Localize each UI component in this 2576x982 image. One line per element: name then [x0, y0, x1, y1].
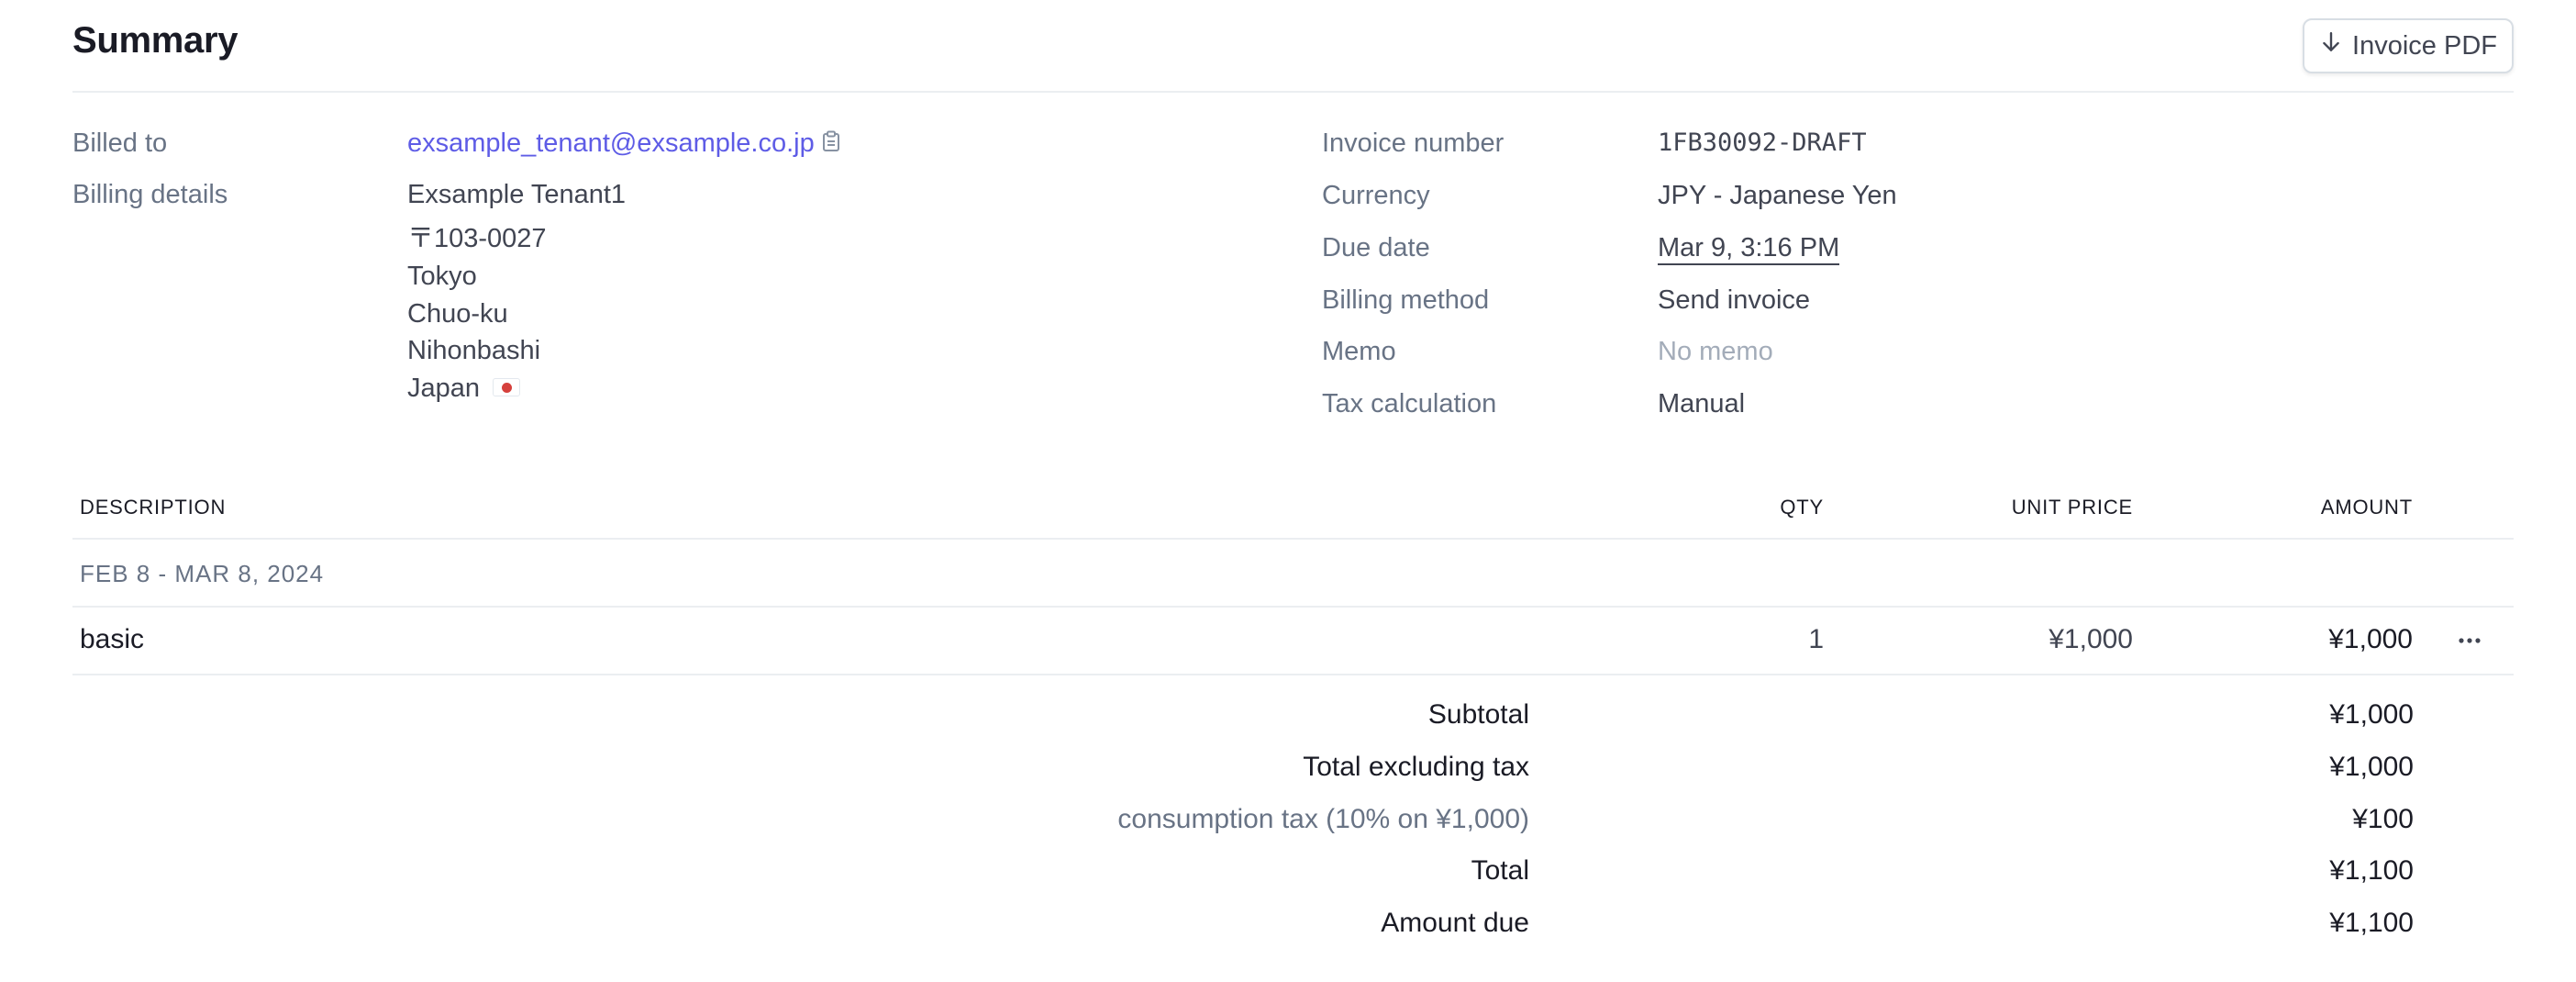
total-label: Total [1471, 855, 1529, 886]
billing-details-postal: 〒103-0027 [407, 224, 547, 253]
due-date-value: Mar 9, 3:16 PM [1658, 229, 1840, 266]
item-description: basic [80, 624, 145, 654]
billed-to-label: Billed to [72, 128, 168, 158]
billing-details-country: Japan [407, 370, 521, 407]
tax-calculation-label: Tax calculation [1322, 389, 1497, 418]
column-description: DESCRIPTION [80, 496, 227, 519]
japan-flag-icon [493, 378, 521, 397]
memo-value: No memo [1658, 337, 1773, 366]
billing-details-label: Billing details [72, 180, 228, 209]
subtotal-value: ¥1,000 [2329, 699, 2414, 730]
invoice-number-label: Invoice number [1322, 128, 1505, 158]
billing-method-label: Billing method [1322, 285, 1490, 315]
billing-method-value: Send invoice [1658, 285, 1811, 315]
period-row: FEB 8 - MAR 8, 2024 [72, 540, 2514, 608]
item-unit-price: ¥1,000 [2049, 624, 2133, 654]
billed-to-email-link[interactable]: exsample_tenant@exsample.co.jp [407, 128, 815, 158]
item-amount: ¥1,000 [2328, 624, 2413, 654]
billing-details-district: Nihonbashi [407, 336, 541, 365]
invoice-pdf-label: Invoice PDF [2352, 30, 2497, 61]
summary-header: Summary Invoice PDF [72, 0, 2514, 93]
amount-due-label: Amount due [1381, 908, 1529, 938]
consumption-tax-value: ¥100 [2352, 804, 2414, 834]
clipboard-icon[interactable] [822, 126, 840, 162]
total-excluding-tax-value: ¥1,000 [2329, 752, 2414, 782]
page-title: Summary [72, 20, 239, 61]
subtotal-label: Subtotal [1427, 699, 1529, 730]
total-value: ¥1,100 [2329, 855, 2414, 886]
column-unit-price: UNIT PRICE [2011, 496, 2133, 519]
billing-details-name: Exsample Tenant1 [407, 180, 627, 209]
period-label: FEB 8 - MAR 8, 2024 [80, 560, 325, 587]
billing-details-ward: Chuo-ku [407, 299, 508, 329]
column-qty: QTY [1780, 496, 1824, 519]
consumption-tax-label: consumption tax (10% on ¥1,000) [1117, 804, 1529, 834]
currency-label: Currency [1322, 181, 1430, 210]
table-row[interactable]: basic 1 ¥1,000 ¥1,000 [72, 608, 2514, 675]
total-excluding-tax-label: Total excluding tax [1303, 752, 1529, 782]
country-name: Japan [407, 374, 481, 403]
due-date-link[interactable]: Mar 9, 3:16 PM [1658, 233, 1840, 265]
amount-due-value: ¥1,100 [2329, 908, 2414, 938]
tax-calculation-value: Manual [1658, 389, 1746, 418]
billed-to-value: exsample_tenant@exsample.co.jp [407, 125, 840, 162]
more-horizontal-icon[interactable] [2453, 626, 2486, 655]
column-amount: AMOUNT [2320, 496, 2413, 519]
memo-label: Memo [1322, 337, 1396, 366]
currency-value: JPY - Japanese Yen [1658, 181, 1897, 210]
invoice-number-value: 1FB30092-DRAFT [1658, 128, 1867, 157]
due-date-label: Due date [1322, 233, 1430, 262]
line-items-header: DESCRIPTION QTY UNIT PRICE AMOUNT [72, 485, 2514, 540]
item-qty: 1 [1808, 624, 1824, 654]
billing-details-city: Tokyo [407, 262, 477, 291]
arrow-down-icon [2319, 30, 2343, 61]
invoice-pdf-button[interactable]: Invoice PDF [2303, 18, 2514, 73]
